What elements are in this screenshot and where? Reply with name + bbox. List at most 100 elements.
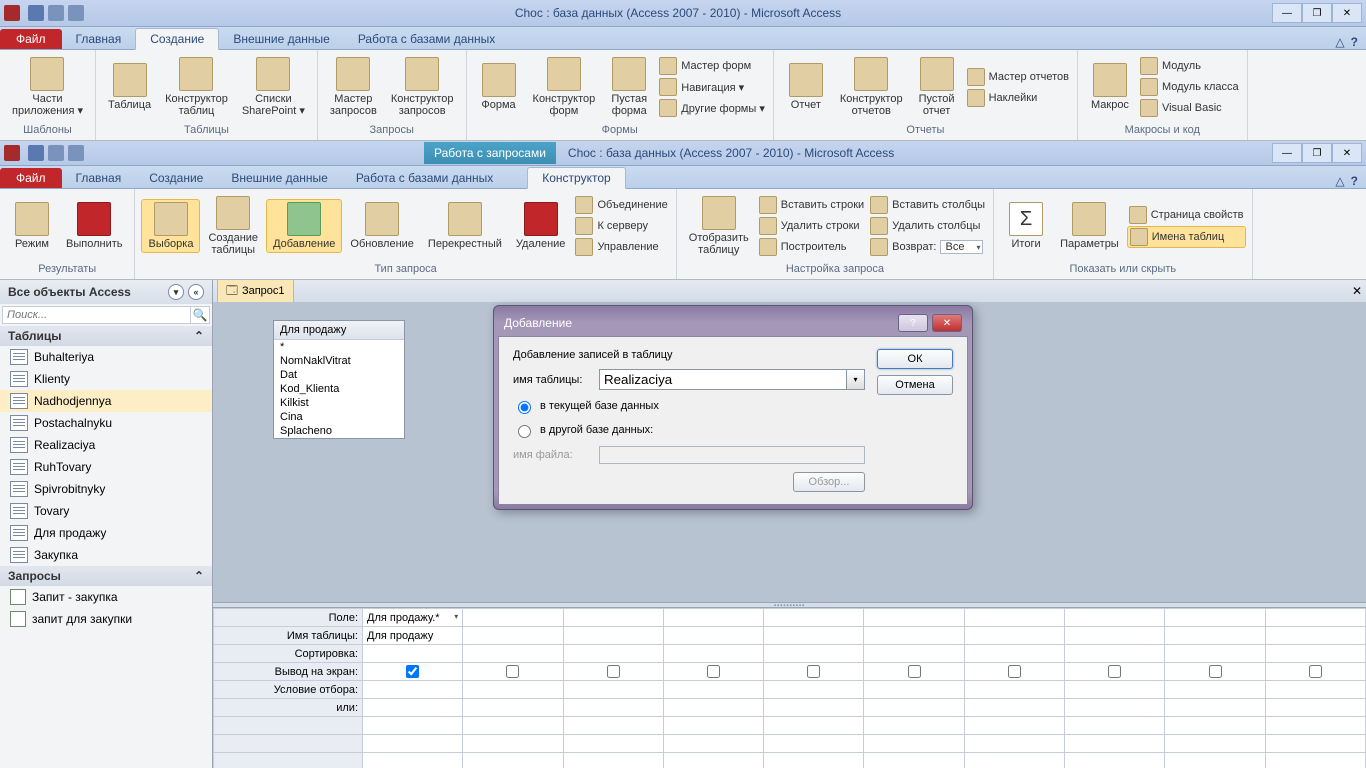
grid-cell[interactable] bbox=[764, 627, 864, 645]
tab-external[interactable]: Внешние данные bbox=[219, 29, 344, 49]
return-combo[interactable]: Все▾ bbox=[940, 240, 983, 254]
grid-cell[interactable] bbox=[663, 645, 763, 663]
module-button[interactable]: Модуль bbox=[1138, 56, 1241, 76]
grid-cell[interactable] bbox=[463, 609, 563, 627]
report-button[interactable]: Отчет bbox=[780, 61, 832, 113]
class-module-button[interactable]: Модуль класса bbox=[1138, 77, 1241, 97]
run-button[interactable]: Выполнить bbox=[60, 200, 128, 252]
dialog-close-button[interactable]: ✕ bbox=[932, 314, 962, 332]
grid-cell[interactable] bbox=[1165, 609, 1265, 627]
maximize-button[interactable]: ❐ bbox=[1302, 3, 1332, 23]
grid-cell[interactable] bbox=[1065, 753, 1165, 768]
grid-cell[interactable] bbox=[764, 663, 864, 681]
grid-cell[interactable] bbox=[864, 699, 964, 717]
grid-cell[interactable] bbox=[463, 699, 563, 717]
grid-cell[interactable] bbox=[563, 681, 663, 699]
show-checkbox[interactable] bbox=[1209, 665, 1222, 678]
show-checkbox[interactable] bbox=[506, 665, 519, 678]
table-field[interactable]: Kod_Klienta bbox=[274, 382, 404, 396]
table-field[interactable]: Dat bbox=[274, 368, 404, 382]
grid-cell[interactable] bbox=[663, 609, 763, 627]
grid-cell[interactable] bbox=[864, 627, 964, 645]
select-query-button[interactable]: Выборка bbox=[141, 199, 200, 253]
grid-cell[interactable] bbox=[563, 663, 663, 681]
grid-cell[interactable] bbox=[964, 645, 1064, 663]
tab-create-2[interactable]: Создание bbox=[135, 168, 217, 188]
nav-collapse-icon[interactable]: « bbox=[188, 284, 204, 300]
grid-cell[interactable] bbox=[764, 735, 864, 753]
nav-tables-header[interactable]: Таблицы⌃ bbox=[0, 326, 212, 346]
grid-cell[interactable] bbox=[1265, 609, 1365, 627]
grid-cell[interactable] bbox=[663, 663, 763, 681]
grid-cell[interactable] bbox=[463, 735, 563, 753]
grid-cell[interactable] bbox=[563, 645, 663, 663]
table-name-input[interactable] bbox=[599, 369, 847, 390]
table-names-button[interactable]: Имена таблиц bbox=[1127, 226, 1246, 248]
grid-cell[interactable] bbox=[964, 699, 1064, 717]
grid-cell[interactable] bbox=[1165, 627, 1265, 645]
tab-create[interactable]: Создание bbox=[135, 28, 219, 50]
help-icon-2[interactable]: ? bbox=[1351, 174, 1358, 188]
grid-cell[interactable] bbox=[563, 699, 663, 717]
grid-cell[interactable] bbox=[663, 681, 763, 699]
grid-cell[interactable] bbox=[764, 645, 864, 663]
grid-cell[interactable] bbox=[764, 753, 864, 768]
combo-dropdown-icon[interactable]: ▾ bbox=[847, 369, 865, 390]
grid-cell[interactable] bbox=[864, 717, 964, 735]
table-field[interactable]: * bbox=[274, 340, 404, 354]
query-item[interactable]: запит для закупки bbox=[0, 608, 212, 630]
grid-cell[interactable] bbox=[1165, 681, 1265, 699]
cancel-button[interactable]: Отмена bbox=[877, 375, 953, 395]
update-query-button[interactable]: Обновление bbox=[344, 200, 420, 252]
close-button[interactable]: ✕ bbox=[1332, 3, 1362, 23]
table-field[interactable]: Splacheno bbox=[274, 424, 404, 438]
grid-cell[interactable] bbox=[964, 681, 1064, 699]
show-table-button[interactable]: Отобразить таблицу bbox=[683, 194, 755, 258]
grid-cell[interactable] bbox=[1265, 663, 1365, 681]
grid-cell[interactable] bbox=[1265, 681, 1365, 699]
table-item[interactable]: Для продажу bbox=[0, 522, 212, 544]
show-checkbox[interactable] bbox=[1309, 665, 1322, 678]
grid-cell[interactable] bbox=[363, 717, 463, 735]
insert-cols-button[interactable]: Вставить столбцы bbox=[868, 195, 987, 215]
grid-cell[interactable] bbox=[563, 717, 663, 735]
show-checkbox[interactable] bbox=[1108, 665, 1121, 678]
grid-cell[interactable] bbox=[964, 735, 1064, 753]
append-query-button[interactable]: Добавление bbox=[266, 199, 342, 253]
totals-button[interactable]: ΣИтоги bbox=[1000, 200, 1052, 252]
tab-home-2[interactable]: Главная bbox=[62, 168, 136, 188]
grid-cell[interactable] bbox=[1165, 663, 1265, 681]
make-table-button[interactable]: Создание таблицы bbox=[202, 194, 264, 258]
grid-cell[interactable] bbox=[1265, 699, 1365, 717]
show-checkbox[interactable] bbox=[908, 665, 921, 678]
visual-basic-button[interactable]: Visual Basic bbox=[1138, 98, 1241, 118]
grid-cell[interactable] bbox=[1065, 699, 1165, 717]
grid-cell[interactable] bbox=[1265, 717, 1365, 735]
qat-undo-icon[interactable] bbox=[48, 5, 64, 21]
grid-cell[interactable] bbox=[463, 627, 563, 645]
grid-cell[interactable] bbox=[563, 609, 663, 627]
grid-cell[interactable] bbox=[463, 753, 563, 768]
grid-cell[interactable] bbox=[864, 681, 964, 699]
builder-button[interactable]: Построитель bbox=[757, 237, 866, 257]
table-field[interactable]: NomNaklVitrat bbox=[274, 354, 404, 368]
report-design-button[interactable]: Конструктор отчетов bbox=[834, 55, 909, 119]
show-checkbox[interactable] bbox=[406, 665, 419, 678]
grid-cell[interactable] bbox=[864, 609, 964, 627]
grid-cell[interactable] bbox=[764, 699, 864, 717]
delete-rows-button[interactable]: Удалить строки bbox=[757, 216, 866, 236]
grid-cell[interactable] bbox=[1265, 753, 1365, 768]
table-design-button[interactable]: Конструктор таблиц bbox=[159, 55, 234, 119]
maximize-button-2[interactable]: ❐ bbox=[1302, 143, 1332, 163]
macro-button[interactable]: Макрос bbox=[1084, 61, 1136, 113]
other-forms-button[interactable]: Другие формы ▾ bbox=[657, 98, 767, 118]
grid-cell[interactable] bbox=[663, 753, 763, 768]
table-item[interactable]: Spivrobitnyky bbox=[0, 478, 212, 500]
table-item[interactable]: Закупка bbox=[0, 544, 212, 566]
table-item[interactable]: Klienty bbox=[0, 368, 212, 390]
grid-cell[interactable] bbox=[1065, 717, 1165, 735]
passthrough-button[interactable]: К серверу bbox=[573, 216, 669, 236]
grid-cell[interactable] bbox=[964, 609, 1064, 627]
minimize-button-2[interactable]: — bbox=[1272, 143, 1302, 163]
grid-cell[interactable] bbox=[1065, 681, 1165, 699]
